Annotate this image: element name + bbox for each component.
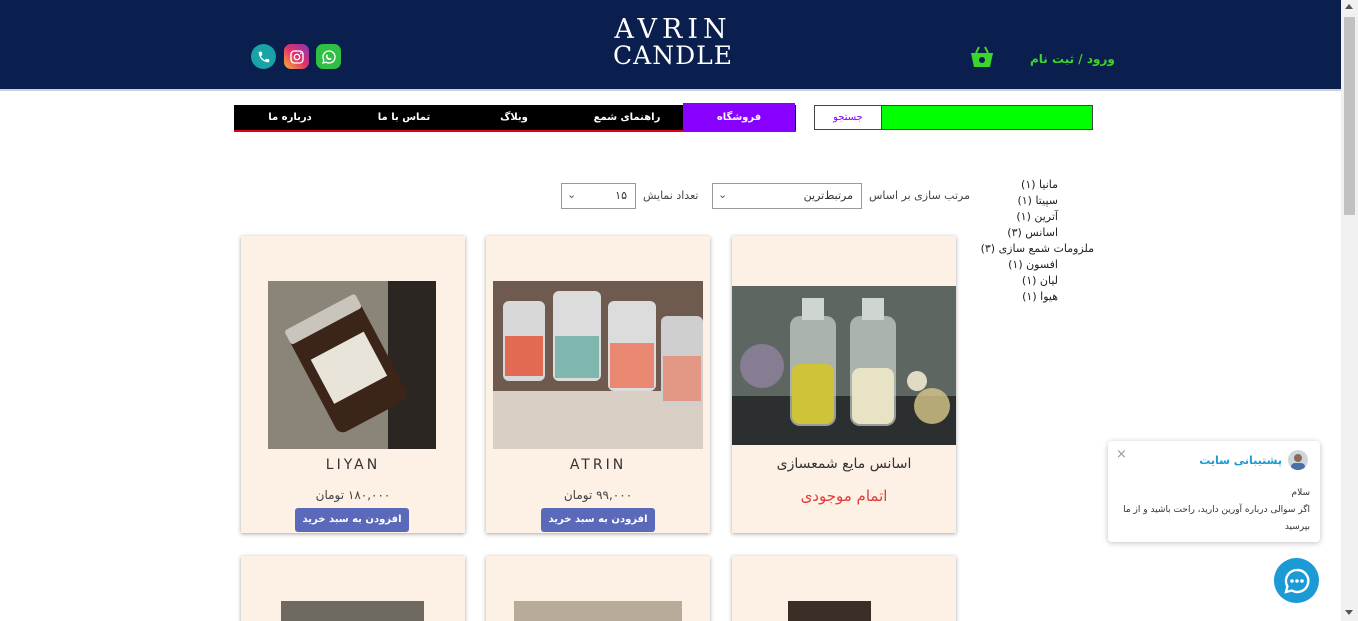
category-item[interactable]: لیان (۱): [960, 273, 1094, 289]
instagram-icon[interactable]: [284, 44, 309, 69]
chat-message: سلام اگر سوالی درباره آورین دارید، راحت …: [1115, 485, 1310, 536]
vertical-scrollbar[interactable]: [1341, 0, 1358, 621]
scrollbar-thumb[interactable]: [1344, 17, 1355, 215]
page: AVRIN CANDLE ورود / ثبت نام فروشگاه راهن…: [0, 0, 1358, 621]
header-divider: [0, 89, 1341, 91]
product-status: اتمام موجودی: [800, 487, 888, 505]
product-image[interactable]: [788, 601, 871, 621]
product-card[interactable]: [241, 556, 465, 621]
category-item[interactable]: ملزومات شمع سازی (۳): [960, 241, 1094, 257]
count-select-value: ۱۵: [615, 189, 627, 202]
product-name[interactable]: اسانس مایع شمعسازی: [732, 456, 956, 472]
support-chat-popup: × پشتیبانی سایت سلام اگر سوالی درباره آو…: [1108, 441, 1320, 542]
category-item[interactable]: سپیتا (۱): [960, 193, 1094, 209]
logo-line-1: AVRIN: [614, 14, 732, 45]
cart-icon[interactable]: [969, 44, 995, 70]
scroll-down-arrow[interactable]: [1345, 610, 1353, 615]
category-list: مانیا (۱) سپیتا (۱) آترین (۱) اسانس (۳) …: [960, 177, 1094, 305]
product-image[interactable]: [514, 601, 682, 621]
nav-item-about[interactable]: درباره ما: [254, 105, 326, 130]
product-price: ۹۹,۰۰۰ تومان: [563, 488, 633, 502]
whatsapp-icon[interactable]: [316, 44, 341, 69]
product-image[interactable]: [493, 281, 703, 449]
chat-bubble-icon: [1283, 568, 1309, 594]
site-logo[interactable]: AVRIN CANDLE: [608, 16, 738, 68]
category-item[interactable]: آترین (۱): [960, 209, 1094, 225]
scroll-up-arrow[interactable]: [1345, 4, 1353, 9]
sort-select[interactable]: مرتبط‌ترین ⌄: [712, 183, 862, 209]
product-card[interactable]: ATRIN ۹۹,۰۰۰ تومان افزودن به سبد خرید: [486, 236, 710, 533]
nav-item-candle-guide[interactable]: راهنمای شمع: [584, 105, 670, 130]
product-card[interactable]: [732, 556, 956, 621]
close-icon[interactable]: ×: [1116, 447, 1127, 462]
product-card[interactable]: اسانس مایع شمعسازی اتمام موجودی: [732, 236, 956, 533]
nav-item-blog[interactable]: وبلاگ: [484, 105, 544, 130]
product-card[interactable]: [486, 556, 710, 621]
chat-greeting: سلام: [1291, 488, 1310, 498]
product-name[interactable]: LIYAN: [241, 457, 465, 473]
search-bar: جستجو: [814, 105, 1093, 130]
login-register-link[interactable]: ورود / ثبت نام: [1030, 52, 1115, 66]
category-item[interactable]: اسانس (۳): [960, 225, 1094, 241]
count-select[interactable]: ۱۵ ⌄: [561, 183, 636, 209]
product-name[interactable]: ATRIN: [486, 457, 710, 473]
search-button[interactable]: جستجو: [815, 106, 882, 129]
product-image[interactable]: [268, 281, 436, 449]
chat-launcher-button[interactable]: [1274, 558, 1319, 603]
add-to-cart-button[interactable]: افزودن به سبد خرید: [295, 508, 409, 532]
count-label: تعداد نمایش: [643, 189, 699, 202]
logo-line-2: CANDLE: [613, 41, 733, 70]
add-to-cart-button[interactable]: افزودن به سبد خرید: [541, 508, 655, 532]
category-item[interactable]: هیوا (۱): [960, 289, 1094, 305]
nav-item-contact[interactable]: تماس با ما: [364, 105, 444, 130]
site-header: AVRIN CANDLE ورود / ثبت نام: [0, 0, 1341, 89]
avatar: [1288, 450, 1308, 470]
search-input[interactable]: [882, 106, 1092, 129]
sort-label: مرتب سازی بر اساس: [869, 189, 970, 202]
category-item[interactable]: مانیا (۱): [960, 177, 1094, 193]
sort-select-value: مرتبط‌ترین: [803, 189, 853, 202]
phone-icon[interactable]: [251, 44, 276, 69]
main-nav: فروشگاه راهنمای شمع وبلاگ تماس با ما درب…: [234, 103, 796, 132]
product-image[interactable]: [281, 601, 424, 621]
chevron-down-icon: ⌄: [718, 188, 728, 201]
product-image[interactable]: [732, 286, 956, 445]
category-item[interactable]: افسون (۱): [960, 257, 1094, 273]
nav-item-shop[interactable]: فروشگاه: [683, 103, 795, 132]
chat-title: پشتیبانی سایت: [1199, 454, 1282, 467]
product-price: ۱۸۰,۰۰۰ تومان: [315, 488, 391, 502]
product-card[interactable]: LIYAN ۱۸۰,۰۰۰ تومان افزودن به سبد خرید: [241, 236, 465, 533]
chat-body: اگر سوالی درباره آورین دارید، راحت باشید…: [1123, 505, 1310, 532]
chevron-down-icon: ⌄: [567, 188, 577, 201]
